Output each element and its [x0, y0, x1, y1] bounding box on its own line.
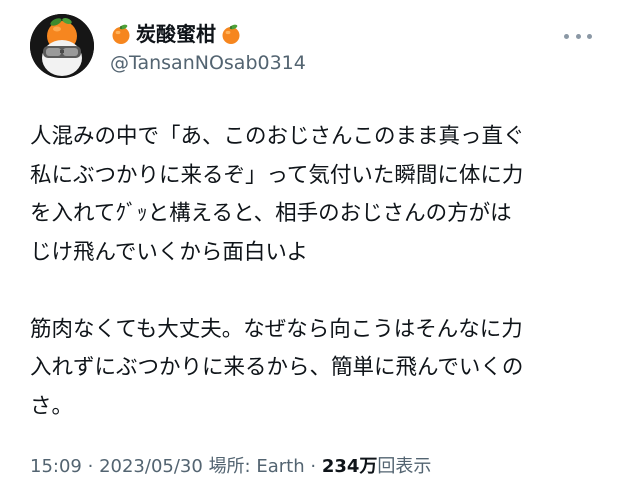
avatar[interactable] [30, 14, 94, 78]
display-name-row[interactable]: 炭酸蜜柑 [110, 20, 242, 48]
user-handle[interactable]: @TansanNOsab0314 [110, 50, 306, 76]
tweet-time[interactable]: 15:09 [30, 456, 82, 477]
tweet-paragraph: 筋肉なくても大丈夫。なぜなら向こうはそんなに力 入れずにぶつかりに来るから、簡単… [30, 316, 524, 419]
tangerine-icon [110, 23, 132, 45]
tweet-card: 炭酸蜜柑 @TansanNOsab0314 人混みの中で「あ、このおじさんこのま… [0, 0, 620, 490]
tweet-paragraph: 人混みの中で「あ、このおじさんこのまま真っ直ぐ 私にぶつかりに来るぞ」って気付い… [30, 124, 525, 265]
tweet-date[interactable]: 2023/05/30 [99, 456, 203, 477]
more-dot [587, 33, 592, 39]
more-horizontal-icon[interactable] [564, 26, 592, 46]
avatar-image [30, 14, 94, 78]
more-dot [564, 33, 569, 39]
tweet-text: 人混みの中で「あ、このおじさんこのまま真っ直ぐ 私にぶつかりに来るぞ」って気付い… [30, 118, 610, 426]
display-name: 炭酸蜜柑 [136, 22, 216, 46]
tweet-location: 場所: Earth [208, 456, 305, 477]
more-dot [575, 33, 581, 39]
meta-separator: · [310, 456, 317, 477]
meta-separator: · [87, 456, 94, 477]
views-count: 234万 [321, 456, 378, 477]
tangerine-icon [220, 23, 242, 45]
views-label: 回表示 [377, 456, 432, 477]
tweet-meta: 15:09 · 2023/05/30 場所: Earth · 234万回表示 [30, 454, 431, 480]
